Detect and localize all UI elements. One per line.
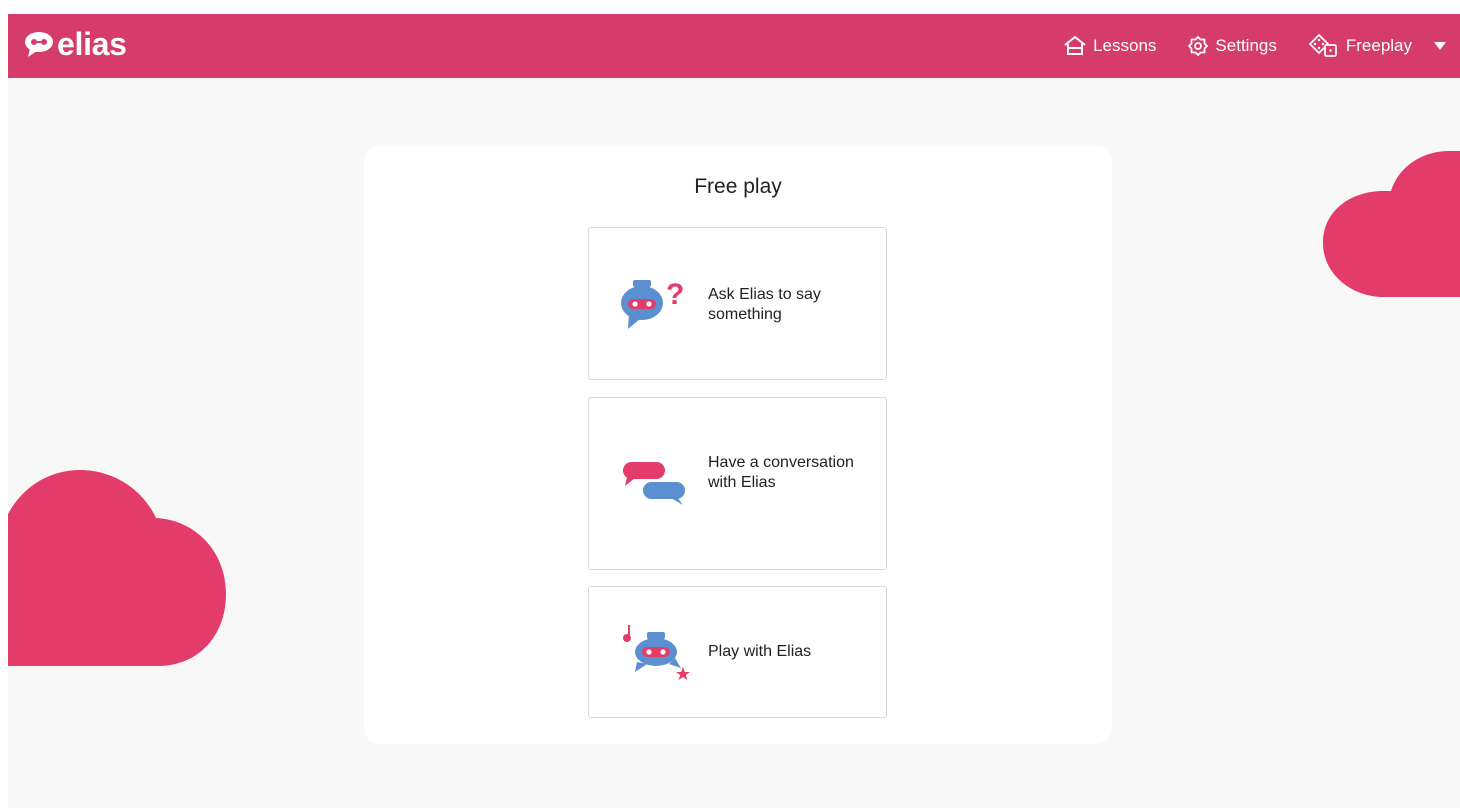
caret-down-icon[interactable] xyxy=(1434,42,1446,50)
home-icon xyxy=(1064,36,1086,55)
free-play-card: Free play ? Ask Elias to say something H… xyxy=(364,145,1112,744)
nav-links: Lessons Settings Freeplay xyxy=(1032,30,1446,62)
robot-question-icon: ? xyxy=(621,280,684,329)
brand-logo[interactable]: elias xyxy=(24,26,127,62)
option-conversation[interactable]: Have a conversation with Elias xyxy=(588,397,887,570)
nav-lessons[interactable]: Lessons xyxy=(1064,36,1156,56)
svg-text:?: ? xyxy=(666,280,684,311)
gear-icon xyxy=(1188,36,1209,56)
nav-freeplay[interactable]: Freeplay xyxy=(1308,34,1412,58)
cloud-right-decoration xyxy=(1323,151,1460,297)
robot-music-icon xyxy=(623,625,690,680)
app-window: elias Lessons Settings Freeplay Free pla… xyxy=(8,14,1460,808)
option-conversation-label: Have a conversation with Elias xyxy=(708,454,854,491)
nav-settings[interactable]: Settings xyxy=(1188,36,1277,56)
option-ask-elias-label: Ask Elias to say something xyxy=(708,286,821,323)
option-ask-elias[interactable]: ? Ask Elias to say something xyxy=(588,227,887,380)
nav-freeplay-label: Freeplay xyxy=(1345,36,1412,55)
dice-icon xyxy=(1308,34,1337,57)
chat-bubble-robot-icon xyxy=(25,32,53,57)
nav-settings-label: Settings xyxy=(1215,36,1277,55)
top-navbar: elias Lessons Settings Freeplay xyxy=(8,14,1460,78)
cloud-left-decoration xyxy=(8,470,226,666)
option-play[interactable]: Play with Elias xyxy=(588,586,887,718)
page-title: Free play xyxy=(694,175,782,198)
nav-lessons-label: Lessons xyxy=(1093,36,1157,55)
brand-name: elias xyxy=(57,26,127,62)
option-play-label: Play with Elias xyxy=(708,643,812,660)
conversation-bubbles-icon xyxy=(623,462,685,505)
